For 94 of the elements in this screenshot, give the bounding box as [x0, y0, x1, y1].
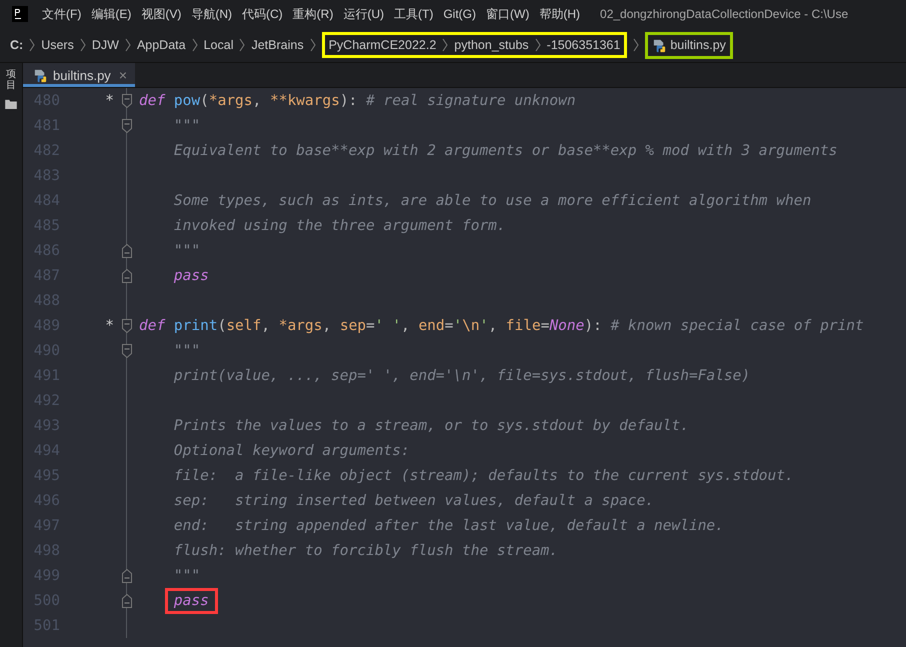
breadcrumb-item[interactable]: JetBrains: [251, 38, 304, 52]
menu-item[interactable]: 编辑(E): [91, 6, 132, 22]
unfold-icon[interactable]: [120, 268, 132, 284]
chevron-icon: [80, 38, 86, 52]
code-token: ' ': [374, 318, 401, 334]
menu-item[interactable]: 代码(C): [242, 6, 283, 22]
breadcrumb-item[interactable]: PyCharmCE2022.2: [328, 38, 436, 52]
folder-icon[interactable]: [5, 99, 17, 109]
code-token: Equivalent to base**exp with 2 arguments or base**exp % mod with 3 arguments: [174, 142, 838, 158]
code-token: **kwargs: [270, 92, 340, 108]
fold-icon[interactable]: [120, 318, 132, 334]
code-token: =: [366, 318, 375, 334]
menu-item[interactable]: 运行(U): [343, 6, 384, 22]
code-token: file: a file-like object (stream); defaults to the current sys.stdout.: [174, 468, 794, 484]
breadcrumb-item[interactable]: Local: [204, 38, 234, 52]
code-token: Optional keyword arguments:: [174, 442, 410, 458]
chevron-icon: [29, 38, 36, 52]
chevron-icon: [442, 38, 448, 52]
override-marker: *: [105, 318, 114, 334]
unfold-icon[interactable]: [120, 592, 132, 608]
code-token: ,: [400, 318, 411, 334]
code-token: self: [226, 318, 262, 334]
code-token: pass: [164, 588, 218, 614]
code-token: # known special case of print: [610, 318, 864, 334]
app-logo-icon: [12, 6, 28, 22]
unfold-icon[interactable]: [120, 242, 132, 258]
file-tab[interactable]: builtins.py ×: [23, 63, 135, 87]
code-token: ):: [340, 92, 358, 108]
code-token: # real signature unknown: [366, 92, 576, 108]
menu-item[interactable]: 重构(R): [292, 6, 334, 22]
code-token: *args: [208, 92, 253, 108]
menu-item[interactable]: 视图(V): [141, 6, 182, 22]
code-token: print: [172, 318, 218, 334]
breadcrumb-item[interactable]: C:: [10, 38, 24, 52]
code-token: Prints the values to a stream, or to sys.stdout by default.: [174, 418, 689, 434]
code-token: pow: [172, 92, 200, 108]
breadcrumb-item[interactable]: builtins.py: [670, 38, 726, 52]
breadcrumb-item[interactable]: -1506351361: [546, 38, 620, 52]
code-token: end: [418, 318, 445, 334]
project-tool-label[interactable]: 项目: [6, 69, 16, 91]
code-token: ': [480, 318, 488, 334]
close-icon[interactable]: ×: [118, 67, 127, 83]
breadcrumb-item[interactable]: Users: [41, 38, 74, 52]
breadcrumb-item[interactable]: DJW: [92, 38, 119, 52]
code-token: ,: [322, 318, 332, 334]
code-token: def: [139, 318, 166, 334]
fold-icon[interactable]: [120, 118, 132, 134]
code-token: =: [444, 318, 454, 334]
code-token: end: string appended after the last value, default a newline.: [174, 518, 724, 534]
chevron-icon: [633, 38, 640, 52]
chevron-icon: [310, 38, 316, 52]
breadcrumb-item[interactable]: AppData: [136, 38, 186, 52]
code-token: invoked using the three argument form.: [174, 218, 506, 234]
code-token: pass: [174, 268, 209, 284]
fold-icon[interactable]: [120, 92, 132, 108]
code-token: ):: [584, 318, 603, 334]
window-title: 02_dongzhirongDataCollectionDevice - C:\Use: [600, 7, 848, 21]
breadcrumb-item[interactable]: python_stubs: [454, 38, 529, 52]
code-token: ,: [261, 318, 271, 334]
python-file-icon: [33, 68, 48, 82]
code-token: \n: [462, 318, 480, 334]
code-token: file: [506, 318, 541, 334]
chevron-icon: [124, 38, 131, 52]
menu-item[interactable]: 窗口(W): [486, 6, 530, 22]
code-token: """: [174, 242, 200, 258]
code-token: ': [453, 318, 462, 334]
override-marker: *: [105, 92, 114, 108]
menu-item[interactable]: 工具(T): [394, 6, 434, 22]
code-token: ,: [488, 318, 498, 334]
code-token: sep: string inserted between values, default a space.: [174, 492, 654, 508]
code-token: =: [540, 318, 550, 334]
menu-item[interactable]: Git(G): [443, 7, 476, 21]
code-token: """: [174, 118, 200, 134]
tab-label: builtins.py: [53, 68, 111, 82]
code-token: None: [549, 318, 584, 334]
code-token: (: [218, 318, 226, 334]
code-token: """: [174, 342, 200, 358]
chevron-icon: [239, 38, 246, 52]
code-token: flush: whether to forcibly flush the stream.: [174, 542, 558, 558]
menu-item[interactable]: 文件(F): [42, 6, 82, 22]
unfold-icon[interactable]: [120, 568, 132, 584]
code-token: ,: [252, 92, 262, 108]
chevron-icon: [192, 38, 198, 52]
code-token: (: [200, 92, 209, 108]
menu-item[interactable]: 帮助(H): [539, 6, 580, 22]
code-token: sep: [340, 318, 366, 334]
code-token: print(value, ..., sep=' ', end='\n', file=sys.stdout, flush=False): [174, 368, 750, 384]
code-token: Some types, such as ints, are able to use a more efficient algorithm when: [174, 192, 812, 208]
menu-item[interactable]: 导航(N): [191, 6, 232, 22]
code-token: *args: [278, 318, 322, 334]
fold-icon[interactable]: [120, 342, 132, 358]
code-token: """: [174, 568, 200, 584]
chevron-icon: [534, 38, 541, 52]
code-token: def: [139, 92, 166, 108]
